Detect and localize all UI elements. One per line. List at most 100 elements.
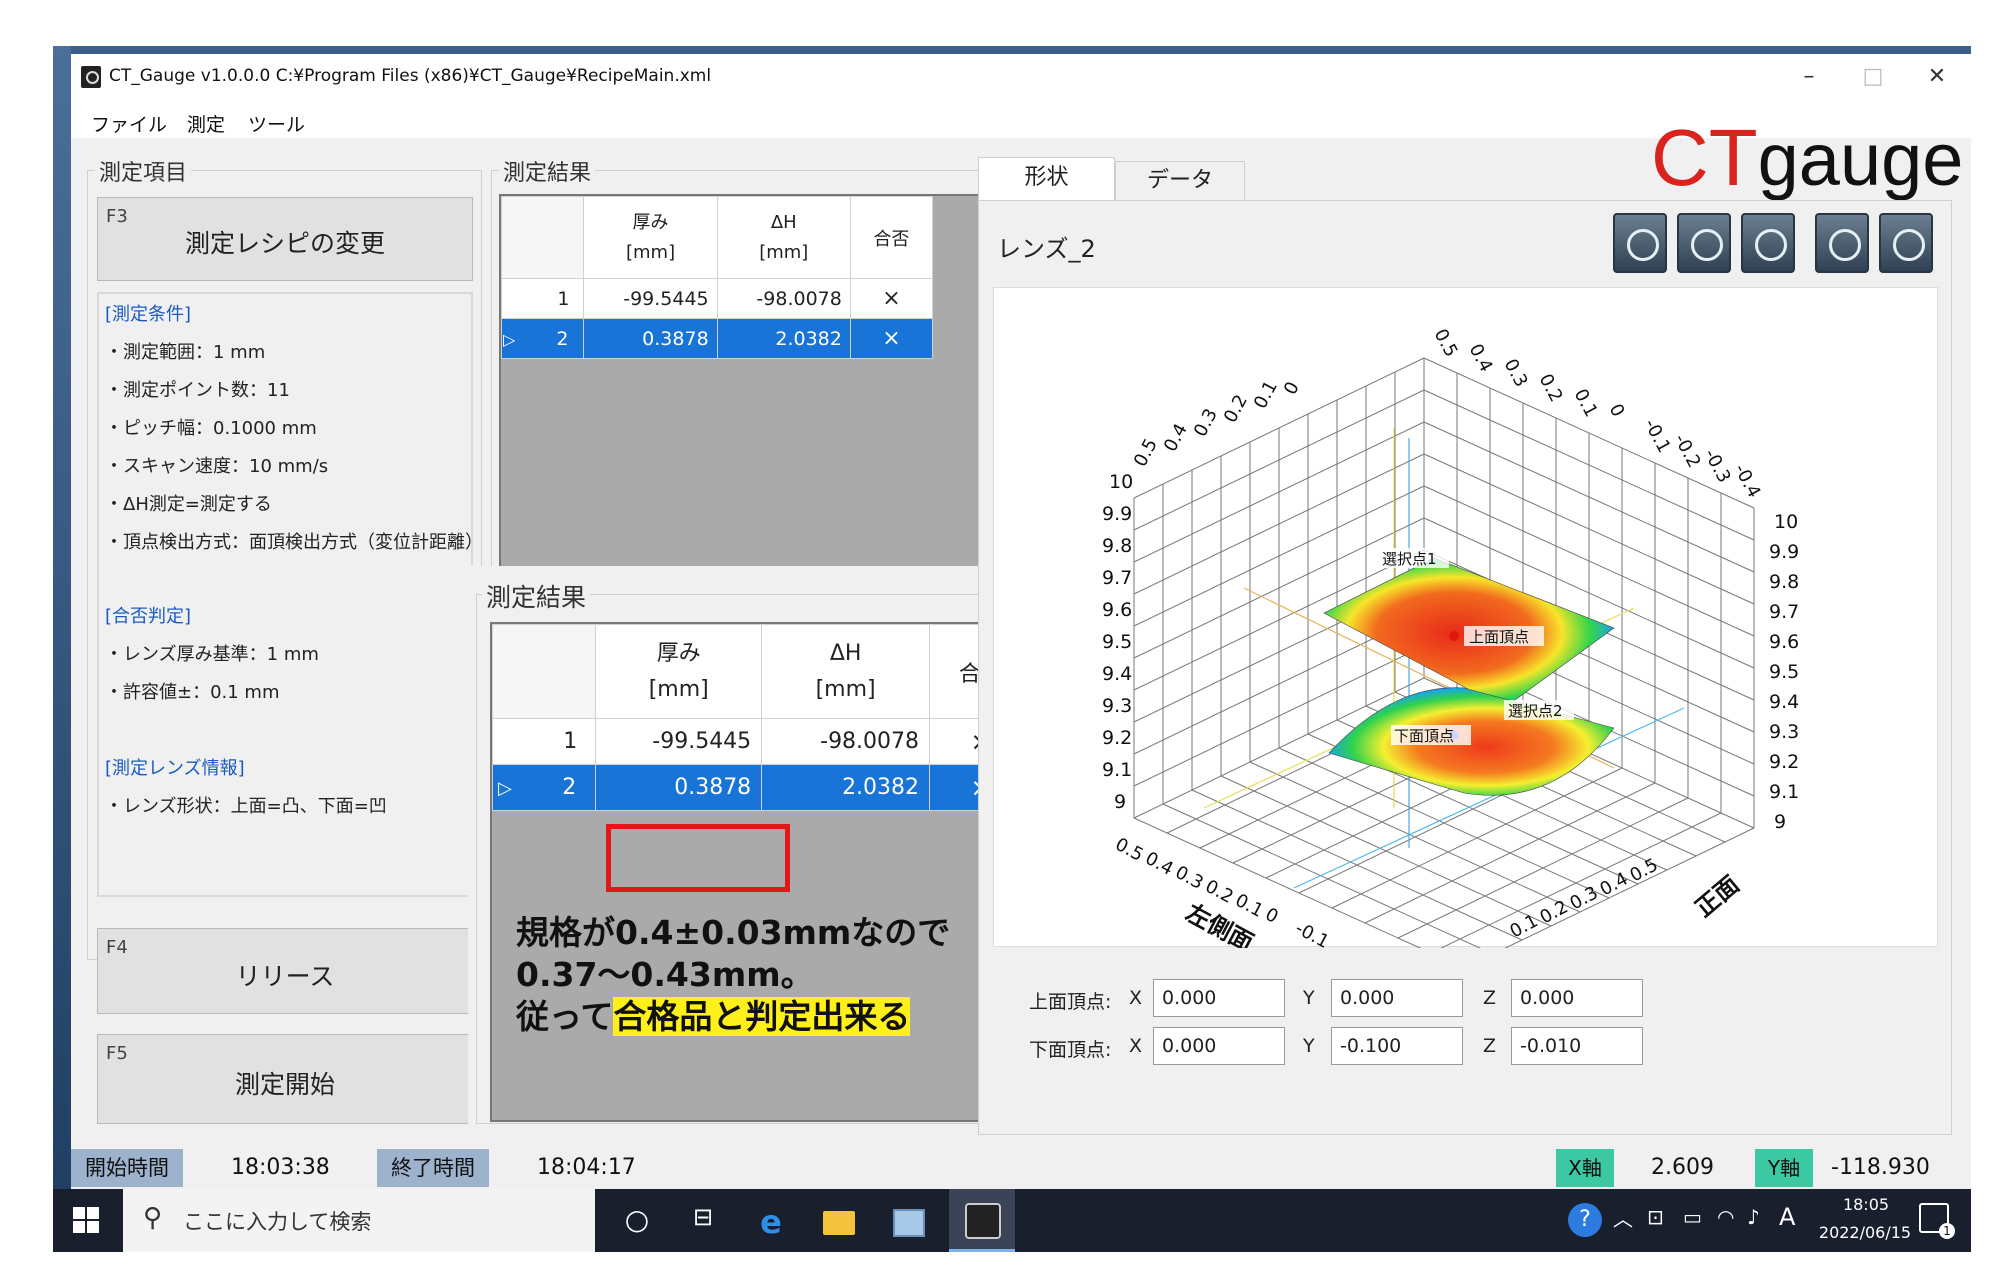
- annotation-line-2: 0.37〜0.43mm。: [516, 955, 814, 994]
- menu-tools[interactable]: ツール: [248, 110, 305, 137]
- start-measurement-label: 測定開始: [234, 1070, 335, 1099]
- thickness-header-unit: [mm]: [625, 241, 676, 263]
- view-circle-icon[interactable]: [1741, 213, 1795, 273]
- thickness-cell: -99.5445: [595, 718, 763, 765]
- task-view-icon[interactable]: ⊟: [685, 1203, 721, 1239]
- right-tick: 9.6: [1769, 631, 1799, 653]
- top-tick-right: -0.4: [1730, 460, 1765, 501]
- annotation-line-3: 従って合格品と判定出来る: [516, 990, 911, 1038]
- maximize-button[interactable]: □: [1845, 60, 1901, 96]
- dh-header[interactable]: ΔH [mm]: [761, 624, 931, 719]
- pass-cell: ×: [849, 318, 934, 359]
- dh-cell: -98.0078: [716, 278, 851, 319]
- condition-item: ・頂点検出方式：面頂検出方式（変位計距離）: [105, 532, 483, 553]
- ime-indicator[interactable]: A: [1779, 1203, 1795, 1231]
- left-tick: 9.8: [1102, 535, 1132, 557]
- condition-item: ・測定範囲：1 mm: [105, 342, 266, 363]
- change-recipe-label: 測定レシピの変更: [184, 229, 385, 258]
- bottom-right-tick: 0.3: [1566, 882, 1601, 914]
- tab-shape[interactable]: 形状: [978, 157, 1115, 201]
- y-axis-label: Y軸: [1755, 1149, 1813, 1187]
- file-explorer-icon[interactable]: [821, 1203, 857, 1239]
- top-x-field[interactable]: 0.000: [1153, 979, 1285, 1017]
- dh-header-label: ΔH: [829, 640, 862, 666]
- conditions-heading: [測定条件]: [105, 304, 192, 325]
- notification-icon[interactable]: 1: [1919, 1203, 1955, 1239]
- shape-3d-plot[interactable]: 選択点1 上面頂点 選択点2 下面頂点 10 9.9 9.8 9.7 9.6 9…: [993, 287, 1938, 969]
- left-tick: 9.7: [1102, 567, 1132, 589]
- bottom-z-field[interactable]: -0.010: [1511, 1027, 1643, 1065]
- x-axis-value: 2.609: [1651, 1155, 1714, 1180]
- device-icon[interactable]: ⊡: [1647, 1205, 1664, 1229]
- right-tick: 9.1: [1769, 781, 1799, 803]
- bottom-right-tick: 0.1: [1506, 910, 1541, 942]
- side-labels: 左側面 正面: [1181, 870, 1744, 957]
- dh-header-unit: [mm]: [759, 241, 809, 263]
- tab-data[interactable]: データ: [1115, 161, 1245, 201]
- view-top-icon[interactable]: [1613, 213, 1667, 273]
- help-icon[interactable]: ?: [1568, 1203, 1602, 1237]
- dh-cell: 2.0382: [761, 764, 931, 811]
- results-title: 測定結果: [499, 155, 596, 187]
- menu-file[interactable]: ファイル: [91, 110, 167, 137]
- table-row[interactable]: 1 -99.5445 -98.0078 ×: [500, 278, 934, 319]
- battery-icon[interactable]: ▭: [1683, 1205, 1702, 1229]
- table-row-selected[interactable]: ▷2 0.3878 2.0382 ×: [500, 318, 934, 359]
- ct-gauge-taskbar-button[interactable]: [949, 1189, 1015, 1252]
- thickness-cell: 0.3878: [583, 318, 718, 359]
- thickness-header[interactable]: 厚み [mm]: [595, 624, 763, 719]
- thickness-header-label: 厚み: [632, 211, 669, 233]
- show-hidden-icons[interactable]: ︿: [1613, 1203, 1633, 1232]
- release-button[interactable]: F4 リリース: [97, 928, 473, 1014]
- wifi-icon[interactable]: ◠: [1717, 1205, 1734, 1229]
- dh-header[interactable]: ΔH [mm]: [716, 196, 851, 279]
- bottom-vertex-coord-label: 下面頂点:: [1029, 1039, 1112, 1061]
- right-tick: 9.3: [1769, 721, 1799, 743]
- top-y-label: Y: [1303, 987, 1315, 1009]
- volume-icon[interactable]: ♪: [1747, 1205, 1760, 1229]
- shape-tab-panel: レンズ_2 選択点1 上面頂点 選択点2 下面頂点 10 9.9 9.8 9.7…: [978, 200, 1952, 1135]
- bottom-left-tick: 0: [1262, 904, 1282, 928]
- top-tick-right: 0: [1605, 400, 1629, 420]
- menu-measure[interactable]: 測定: [187, 110, 225, 137]
- view-shape-icon[interactable]: [1677, 213, 1731, 273]
- start-time-label: 開始時間: [71, 1149, 183, 1187]
- change-recipe-button[interactable]: F3 測定レシピの変更: [97, 197, 473, 281]
- edge-icon[interactable]: e: [753, 1203, 789, 1241]
- desktop-background: [53, 46, 1971, 54]
- condition-item: ・測定ポイント数：11: [105, 380, 290, 401]
- search-icon: ⚲: [143, 1203, 163, 1233]
- ruler-marked-icon[interactable]: [1879, 213, 1933, 273]
- top-y-field[interactable]: 0.000: [1331, 979, 1463, 1017]
- clock-date[interactable]: 2022/06/15: [1807, 1223, 1923, 1242]
- desktop-background-left: [53, 46, 71, 1241]
- cortana-icon[interactable]: ○: [619, 1203, 655, 1239]
- left-tick: 9.4: [1102, 663, 1132, 685]
- bottom-left-tick: 0.4: [1142, 848, 1177, 880]
- top-z-field[interactable]: 0.000: [1511, 979, 1643, 1017]
- windows-start-icon[interactable]: [73, 1207, 101, 1235]
- taskbar-search-box[interactable]: ⚲ ここに入力して検索: [123, 1189, 595, 1252]
- top-vertex-coord-label: 上面頂点:: [1029, 991, 1112, 1013]
- top-tick: 0.1: [1250, 377, 1282, 412]
- clock-time[interactable]: 18:05: [1821, 1195, 1911, 1214]
- start-measurement-button[interactable]: F5 測定開始: [97, 1034, 473, 1124]
- pass-header[interactable]: 合否: [849, 196, 934, 279]
- judgement-item: ・レンズ厚み基準：1 mm: [105, 644, 319, 665]
- top-tick: 0.3: [1190, 405, 1222, 440]
- thickness-header[interactable]: 厚み [mm]: [583, 196, 718, 279]
- x-axis-label: X軸: [1556, 1149, 1614, 1187]
- control-panel-icon[interactable]: [889, 1203, 925, 1239]
- minimize-button[interactable]: –: [1781, 60, 1837, 96]
- bottom-x-field[interactable]: 0.000: [1153, 1027, 1285, 1065]
- left-tick: 9: [1114, 791, 1126, 813]
- top-tick-right: -0.1: [1640, 415, 1675, 456]
- top-tick-right: 0.5: [1430, 325, 1462, 360]
- selected-point-1-label: 選択点1: [1382, 550, 1437, 568]
- bottom-y-field[interactable]: -0.100: [1331, 1027, 1463, 1065]
- selected-row-marker-icon: ▷: [498, 778, 512, 799]
- ruler-icon[interactable]: [1815, 213, 1869, 273]
- close-button[interactable]: ✕: [1909, 60, 1965, 96]
- bottom-left-tick: 0.2: [1202, 876, 1237, 908]
- f4-key-label: F4: [106, 937, 128, 958]
